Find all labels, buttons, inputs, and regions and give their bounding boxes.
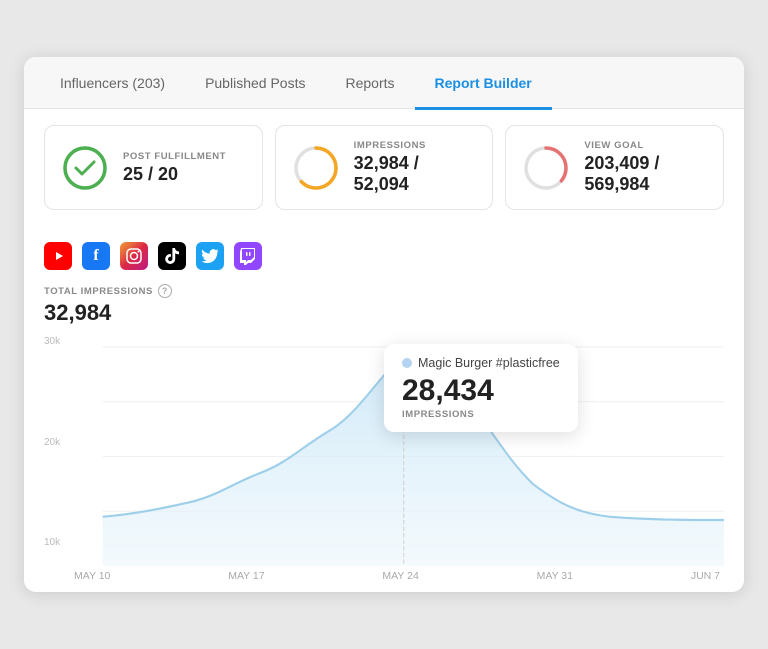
chart-area: f [24,226,744,592]
total-impressions-label: TOTAL IMPRESSIONS ? [44,284,724,298]
chart-area-fill [103,352,724,566]
tab-report-builder[interactable]: Report Builder [415,57,552,110]
view-goal-text: VIEW GOAL 203,409 / 569,984 [584,140,707,195]
facebook-icon[interactable]: f [82,242,110,270]
tab-bar: Influencers (203) Published Posts Report… [24,57,744,110]
post-fulfillment-icon [61,144,109,192]
youtube-icon[interactable] [44,242,72,270]
impressions-icon [292,144,340,192]
chart-svg [44,336,724,566]
twitter-icon[interactable] [196,242,224,270]
social-icons-bar: f [44,242,724,270]
tab-reports[interactable]: Reports [325,57,414,110]
tab-influencers[interactable]: Influencers (203) [40,57,185,110]
view-goal-label: VIEW GOAL [584,140,707,151]
info-icon[interactable]: ? [158,284,172,298]
x-axis-labels: MAY 10 MAY 17 MAY 24 MAY 31 JUN 7 [44,566,724,582]
post-fulfillment-label: POST FULFILLMENT [123,151,226,162]
post-fulfillment-text: POST FULFILLMENT 25 / 20 [123,151,226,185]
tab-published-posts[interactable]: Published Posts [185,57,325,110]
cursor-dot [399,350,409,361]
tiktok-icon[interactable] [158,242,186,270]
metric-impressions: IMPRESSIONS 32,984 / 52,094 [275,125,494,210]
impressions-value: 32,984 / 52,094 [354,153,477,195]
total-impressions-value: 32,984 [44,300,724,326]
metrics-row: POST FULFILLMENT 25 / 20 IMPRESSIONS 32,… [24,109,744,226]
main-card: Influencers (203) Published Posts Report… [24,57,744,593]
instagram-icon[interactable] [120,242,148,270]
metric-view-goal: VIEW GOAL 203,409 / 569,984 [505,125,724,210]
view-goal-value: 203,409 / 569,984 [584,153,707,195]
twitch-icon[interactable] [234,242,262,270]
impressions-text: IMPRESSIONS 32,984 / 52,094 [354,140,477,195]
impressions-label: IMPRESSIONS [354,140,477,151]
view-goal-icon [522,144,570,192]
post-fulfillment-value: 25 / 20 [123,164,226,185]
chart-container: 30k 20k 10k [44,336,724,566]
metric-post-fulfillment: POST FULFILLMENT 25 / 20 [44,125,263,210]
